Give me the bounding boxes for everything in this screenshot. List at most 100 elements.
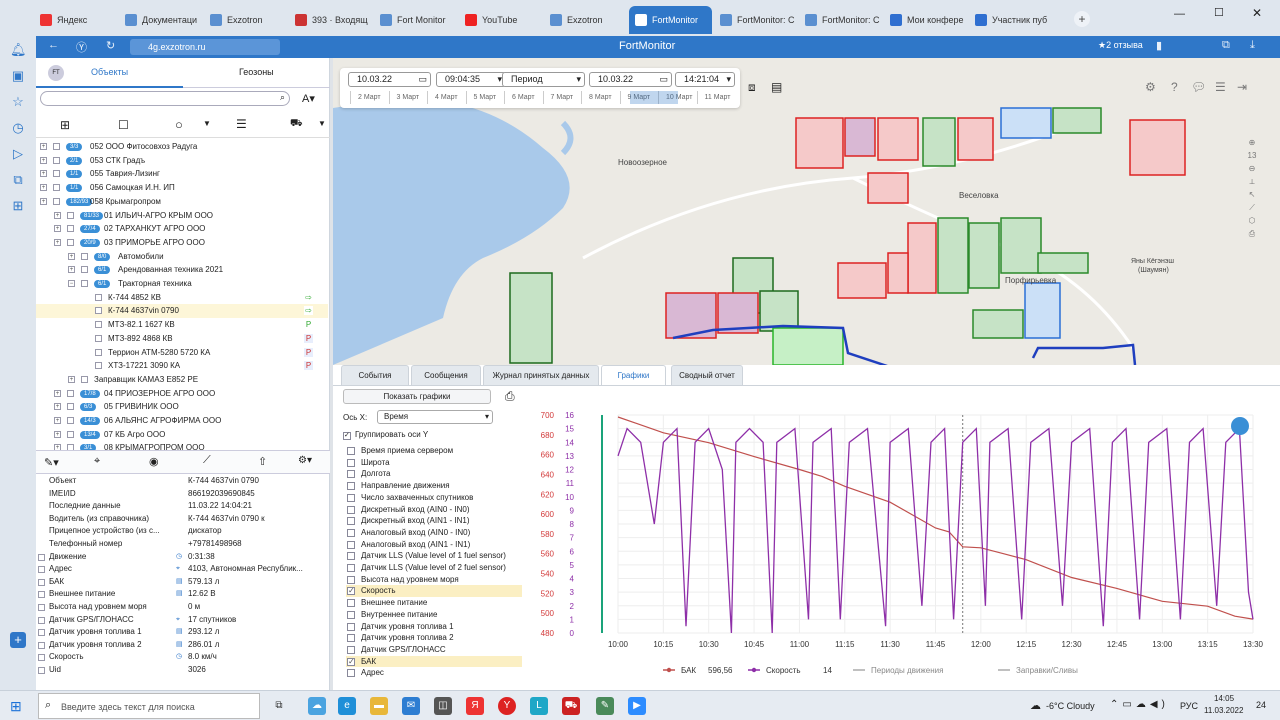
expand-icon[interactable]: + (54, 225, 61, 233)
clock-date[interactable]: 11.03.2022 (1204, 706, 1243, 715)
list-icon[interactable]: ☰ (236, 117, 247, 131)
app-icon-notes[interactable]: ✎ (596, 697, 614, 715)
parameter-checkbox[interactable] (347, 585, 355, 597)
new-tab-button[interactable]: + (1074, 11, 1090, 27)
expand-icon[interactable]: + (54, 430, 61, 438)
tree-item[interactable]: +2/1 053 СТК Градъ (36, 154, 328, 168)
parameter-item[interactable]: Широта (346, 457, 522, 469)
chevron-down-icon[interactable]: ▼ (318, 119, 326, 128)
square-icon[interactable]: ☐ (118, 118, 129, 132)
objects-search-input[interactable]: ⌕ (40, 91, 290, 106)
tree-item[interactable]: − 6/1 Тракторная техника (36, 277, 328, 291)
weather-text[interactable]: -6°C Cloudy (1046, 701, 1095, 711)
tree-checkbox[interactable] (95, 307, 102, 315)
property-checkbox[interactable] (38, 641, 45, 649)
up-arrow-icon[interactable]: ⇧ (258, 455, 267, 468)
print-icon[interactable]: ⎙ (1245, 227, 1259, 240)
extensions-icon[interactable]: ⧉ (1222, 39, 1230, 52)
tree-item[interactable]: ХТЗ-17221 3090 КА P (36, 359, 328, 373)
tree-checkbox[interactable] (81, 266, 88, 274)
browser-tab[interactable]: Документаци (119, 6, 202, 34)
bottom-tab[interactable]: Сообщения (411, 365, 481, 385)
ruler-icon[interactable]: ⟂ (1245, 175, 1259, 188)
app-icon-l[interactable]: L (530, 697, 548, 715)
chart-area[interactable]: 480 500 520 540 560 580 600 620 640 660 680 700 0 1 2 3… (528, 400, 1268, 691)
parameter-item[interactable]: БАК (346, 655, 522, 667)
parameter-item[interactable]: Датчик уровня топлива 2 (346, 632, 522, 644)
day-tick[interactable]: 11 Март (696, 91, 735, 104)
property-checkbox[interactable] (38, 553, 45, 561)
day-tick[interactable]: 8 Март (581, 91, 619, 104)
expand-icon[interactable]: + (54, 238, 61, 246)
expand-icon[interactable]: + (40, 170, 47, 178)
tree-item[interactable]: +182/93 058 Крымагропром (36, 195, 328, 209)
expand-icon[interactable]: + (54, 403, 61, 411)
tree-checkbox[interactable] (67, 417, 74, 424)
browser-tab[interactable]: Яндекс (34, 6, 117, 34)
tree-checkbox[interactable] (81, 280, 88, 287)
parameter-item[interactable]: Адрес (346, 667, 522, 679)
parameter-item[interactable]: Направление движения (346, 480, 522, 492)
measure-icon[interactable]: ⟋ (1245, 201, 1259, 214)
parameter-checkbox[interactable] (347, 645, 355, 654)
bell-icon[interactable]: 🔔︎ (10, 42, 27, 58)
print-icon[interactable]: ⎙ (505, 389, 515, 404)
day-tick[interactable]: 5 Март (465, 91, 504, 104)
browser-tab[interactable]: Участник пуб (969, 6, 1052, 34)
property-checkbox[interactable] (38, 654, 45, 662)
tree-checkbox[interactable] (81, 252, 88, 260)
tree-checkbox[interactable] (53, 170, 60, 178)
gear-icon[interactable]: ⚙ (1145, 80, 1156, 94)
property-checkbox[interactable] (38, 591, 45, 599)
browser-tab[interactable]: 393 · Входящ (289, 6, 372, 34)
browser-tab[interactable]: YouTube (459, 6, 542, 34)
tab-geozones[interactable]: Геозоны (239, 67, 274, 77)
parameter-item[interactable]: Высота над уровнем моря (346, 574, 522, 586)
tree-checkbox[interactable] (95, 362, 102, 370)
list-icon[interactable]: ☰ (1215, 80, 1226, 94)
tree-item[interactable]: +27/4 02 ТАРХАНКУТ АГРО ООО (36, 222, 328, 236)
browser-tab[interactable]: FortMonitor: С (799, 6, 882, 34)
property-checkbox[interactable] (38, 616, 45, 624)
tree-item[interactable]: МТЗ-892 4868 КВ P (36, 332, 328, 346)
tree-checkbox[interactable] (95, 293, 102, 301)
window-minimize-icon[interactable]: — (1174, 8, 1185, 20)
tree-item[interactable]: +6/1 Арендованная техника 2021 (36, 263, 328, 277)
tree-checkbox[interactable] (67, 225, 74, 233)
parameter-item[interactable]: Долгота (346, 468, 522, 480)
chat-icon[interactable]: 💬︎ (1191, 80, 1206, 94)
time-from-input[interactable]: 09:04:35 ▾ (436, 72, 506, 87)
day-tick[interactable]: 4 Март (427, 91, 465, 104)
tree-item[interactable]: +1/1 055 Таврия-Лизинг (36, 167, 328, 181)
day-tick[interactable]: 3 Март (388, 91, 427, 104)
parameter-item[interactable]: Датчик уровня топлива 1 (346, 621, 522, 633)
property-checkbox[interactable] (38, 604, 45, 611)
app-icon-store[interactable]: ◫ (434, 697, 452, 715)
parameter-item[interactable]: Датчик LLS (Value level of 2 fuel sensor… (346, 562, 522, 574)
add-square-icon[interactable]: ⊞ (60, 118, 70, 132)
avatar[interactable]: FT (48, 65, 64, 81)
tree-item[interactable]: + Заправщик КАМАЗ Е852 РЕ (36, 373, 328, 387)
group-y-checkbox[interactable]: ✓ Группировать оси Y (343, 430, 428, 440)
window-close-icon[interactable]: ✕ (1252, 6, 1262, 20)
app-icon-yandex-browser[interactable]: Y (498, 697, 516, 715)
parameter-item[interactable]: Внешнее питание (346, 597, 522, 609)
parameter-item[interactable]: Число захваченных спутников (346, 492, 522, 504)
tree-checkbox[interactable] (67, 389, 74, 397)
bookmark-icon[interactable]: ▮ (1156, 39, 1162, 52)
play-icon[interactable]: ▷ (10, 146, 26, 162)
parameter-checkbox[interactable] (347, 552, 355, 561)
app-icon-weather[interactable]: ☁ (308, 697, 326, 715)
browser-tab[interactable]: FortMonitor (629, 6, 712, 34)
tree-item[interactable]: +17/8 04 ПРИОЗЕРНОЕ АГРО ООО (36, 387, 328, 401)
parameter-item[interactable]: Скорость (346, 585, 522, 597)
tree-checkbox[interactable] (81, 375, 88, 383)
tree-item[interactable]: +8/0 Автомобили (36, 250, 328, 264)
history-icon[interactable]: ◷ (10, 120, 26, 136)
parameter-checkbox[interactable] (347, 458, 355, 467)
parameter-item[interactable]: Время приема сервером (346, 445, 522, 457)
tree-item[interactable]: +1/1 056 Самоцкая И.Н. ИП (36, 181, 328, 195)
parameter-item[interactable]: Датчик LLS (Value level of 1 fuel sensor… (346, 550, 522, 562)
tree-item[interactable]: +81/33 01 ИЛЬИЧ-АГРО КРЫМ ООО (36, 209, 328, 223)
pin-icon[interactable]: ⌖ (94, 455, 100, 468)
